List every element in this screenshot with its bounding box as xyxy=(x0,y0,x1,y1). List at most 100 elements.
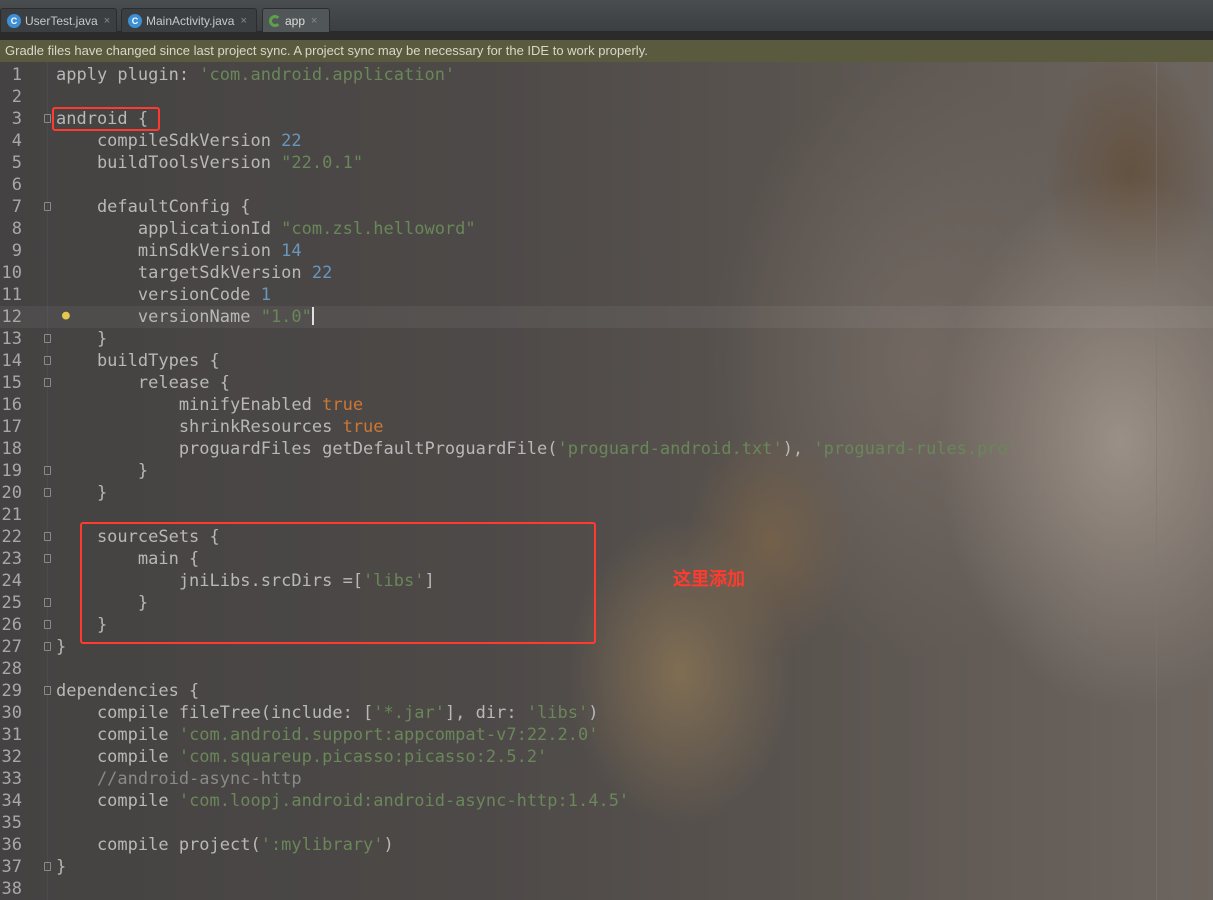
code-line[interactable]: 35 xyxy=(0,812,1213,834)
close-tab-icon[interactable]: × xyxy=(311,15,317,27)
code-token: apply plugin: xyxy=(56,65,200,85)
code-line[interactable]: 29 dependencies { xyxy=(0,680,1213,702)
code-token: } xyxy=(56,461,149,481)
fold-marker-icon[interactable] xyxy=(44,202,51,211)
fold-marker-icon[interactable] xyxy=(44,620,51,629)
code-text: buildTypes { xyxy=(56,350,220,372)
highlight-sourcesets-block xyxy=(80,522,596,644)
code-token: compileSdkVersion xyxy=(56,131,282,151)
line-number: 3 xyxy=(11,109,22,129)
code-line[interactable]: 28 xyxy=(0,658,1213,680)
line-number: 33 xyxy=(1,769,22,789)
fold-marker-icon[interactable] xyxy=(44,532,51,541)
fold-marker-icon[interactable] xyxy=(44,862,51,871)
code-editor[interactable]: 1 apply plugin: 'com.android.application'… xyxy=(0,62,1213,900)
line-number: 27 xyxy=(1,637,22,657)
code-line[interactable]: 2 xyxy=(0,86,1213,108)
code-line[interactable]: 36 compile project(':mylibrary') xyxy=(0,834,1213,856)
code-text: } xyxy=(56,460,148,482)
tab-mainactivity-java[interactable]: C MainActivity.java × xyxy=(121,8,257,32)
fold-marker-icon[interactable] xyxy=(44,334,51,343)
code-line[interactable]: 12 ● versionName "1.0" xyxy=(0,306,1213,328)
code-line[interactable]: 3 android { xyxy=(0,108,1213,130)
line-number: 7 xyxy=(11,197,22,217)
code-token: compile xyxy=(56,747,179,767)
annotation-label: 这里添加 xyxy=(673,569,745,590)
code-line[interactable]: 37} xyxy=(0,856,1213,878)
line-number: 20 xyxy=(1,483,22,503)
code-text: } xyxy=(56,328,107,350)
code-text: compile 'com.squareup.picasso:picasso:2.… xyxy=(56,746,547,768)
code-text: minifyEnabled true xyxy=(56,394,363,416)
code-lines[interactable]: 1 apply plugin: 'com.android.application'… xyxy=(0,64,1213,900)
code-line[interactable]: 34 compile 'com.loopj.android:android-as… xyxy=(0,790,1213,812)
code-line[interactable]: 32 compile 'com.squareup.picasso:picasso… xyxy=(0,746,1213,768)
line-number: 30 xyxy=(1,703,22,723)
class-c-icon: C xyxy=(128,13,142,28)
code-text: } xyxy=(56,482,107,504)
code-token: buildToolsVersion xyxy=(56,153,282,173)
tab-usertest-java[interactable]: C UserTest.java × xyxy=(0,8,117,32)
code-text: } xyxy=(56,856,66,878)
fold-marker-icon[interactable] xyxy=(44,356,51,365)
code-line[interactable]: 31 compile 'com.android.support:appcompa… xyxy=(0,724,1213,746)
code-line[interactable]: 30 compile fileTree(include: ['*.jar'], … xyxy=(0,702,1213,724)
line-number: 19 xyxy=(1,461,22,481)
code-token: } xyxy=(56,857,67,877)
code-line[interactable]: 38 xyxy=(0,878,1213,900)
line-number: 36 xyxy=(1,835,22,855)
code-line[interactable]: 11 versionCode 1 xyxy=(0,284,1213,306)
code-line[interactable]: 10 targetSdkVersion 22 xyxy=(0,262,1213,284)
code-token: proguardFiles getDefaultProguardFile( xyxy=(56,439,558,459)
code-line[interactable]: 13 } xyxy=(0,328,1213,350)
code-line[interactable]: 14 buildTypes { xyxy=(0,350,1213,372)
line-number: 31 xyxy=(1,725,22,745)
line-number: 28 xyxy=(1,659,22,679)
fold-marker-icon[interactable] xyxy=(44,554,51,563)
tab-label: app xyxy=(285,13,306,28)
class-c-icon: C xyxy=(7,13,21,28)
fold-marker-icon[interactable] xyxy=(44,378,51,387)
fold-marker-icon[interactable] xyxy=(44,642,51,651)
code-text: apply plugin: 'com.android.application' xyxy=(56,64,455,86)
code-line[interactable]: 20 } xyxy=(0,482,1213,504)
code-text: applicationId "com.zsl.helloword" xyxy=(56,218,476,240)
tab-app-gradle[interactable]: app × xyxy=(262,8,330,32)
code-token: } xyxy=(56,483,108,503)
code-text: dependencies { xyxy=(56,680,199,702)
fold-marker-icon[interactable] xyxy=(44,466,51,475)
code-text: minSdkVersion 14 xyxy=(56,240,302,262)
close-tab-icon[interactable]: × xyxy=(240,15,246,27)
fold-marker-icon[interactable] xyxy=(44,114,51,123)
code-text: compile 'com.android.support:appcompat-v… xyxy=(56,724,599,746)
code-token: 22 xyxy=(311,263,333,283)
code-line[interactable]: 16 minifyEnabled true xyxy=(0,394,1213,416)
code-line[interactable]: 33 //android-async-http xyxy=(0,768,1213,790)
fold-marker-icon[interactable] xyxy=(44,488,51,497)
code-line[interactable]: 18 proguardFiles getDefaultProguardFile(… xyxy=(0,438,1213,460)
code-line[interactable]: 6 xyxy=(0,174,1213,196)
code-token: 'com.squareup.picasso:picasso:2.5.2' xyxy=(178,747,548,767)
code-line[interactable]: 15 release { xyxy=(0,372,1213,394)
code-line[interactable]: 5 buildToolsVersion "22.0.1" xyxy=(0,152,1213,174)
close-tab-icon[interactable]: × xyxy=(104,15,110,27)
code-line[interactable]: 7 defaultConfig { xyxy=(0,196,1213,218)
code-line[interactable]: 19 } xyxy=(0,460,1213,482)
code-token: ], dir: xyxy=(444,703,527,723)
code-line[interactable]: 4 compileSdkVersion 22 xyxy=(0,130,1213,152)
fold-marker-icon[interactable] xyxy=(44,686,51,695)
code-text: shrinkResources true xyxy=(56,416,384,438)
line-number: 8 xyxy=(11,219,22,239)
code-token: versionName xyxy=(56,307,261,327)
fold-marker-icon[interactable] xyxy=(44,598,51,607)
line-number: 4 xyxy=(11,131,22,151)
code-line[interactable]: 17 shrinkResources true xyxy=(0,416,1213,438)
line-number: 14 xyxy=(1,351,22,371)
code-line[interactable]: 8 applicationId "com.zsl.helloword" xyxy=(0,218,1213,240)
tab-label: UserTest.java xyxy=(25,13,98,28)
code-line[interactable]: 9 minSdkVersion 14 xyxy=(0,240,1213,262)
line-number: 24 xyxy=(1,571,22,591)
code-text: versionCode 1 xyxy=(56,284,271,306)
line-number: 38 xyxy=(1,879,22,899)
code-line[interactable]: 1 apply plugin: 'com.android.application' xyxy=(0,64,1213,86)
